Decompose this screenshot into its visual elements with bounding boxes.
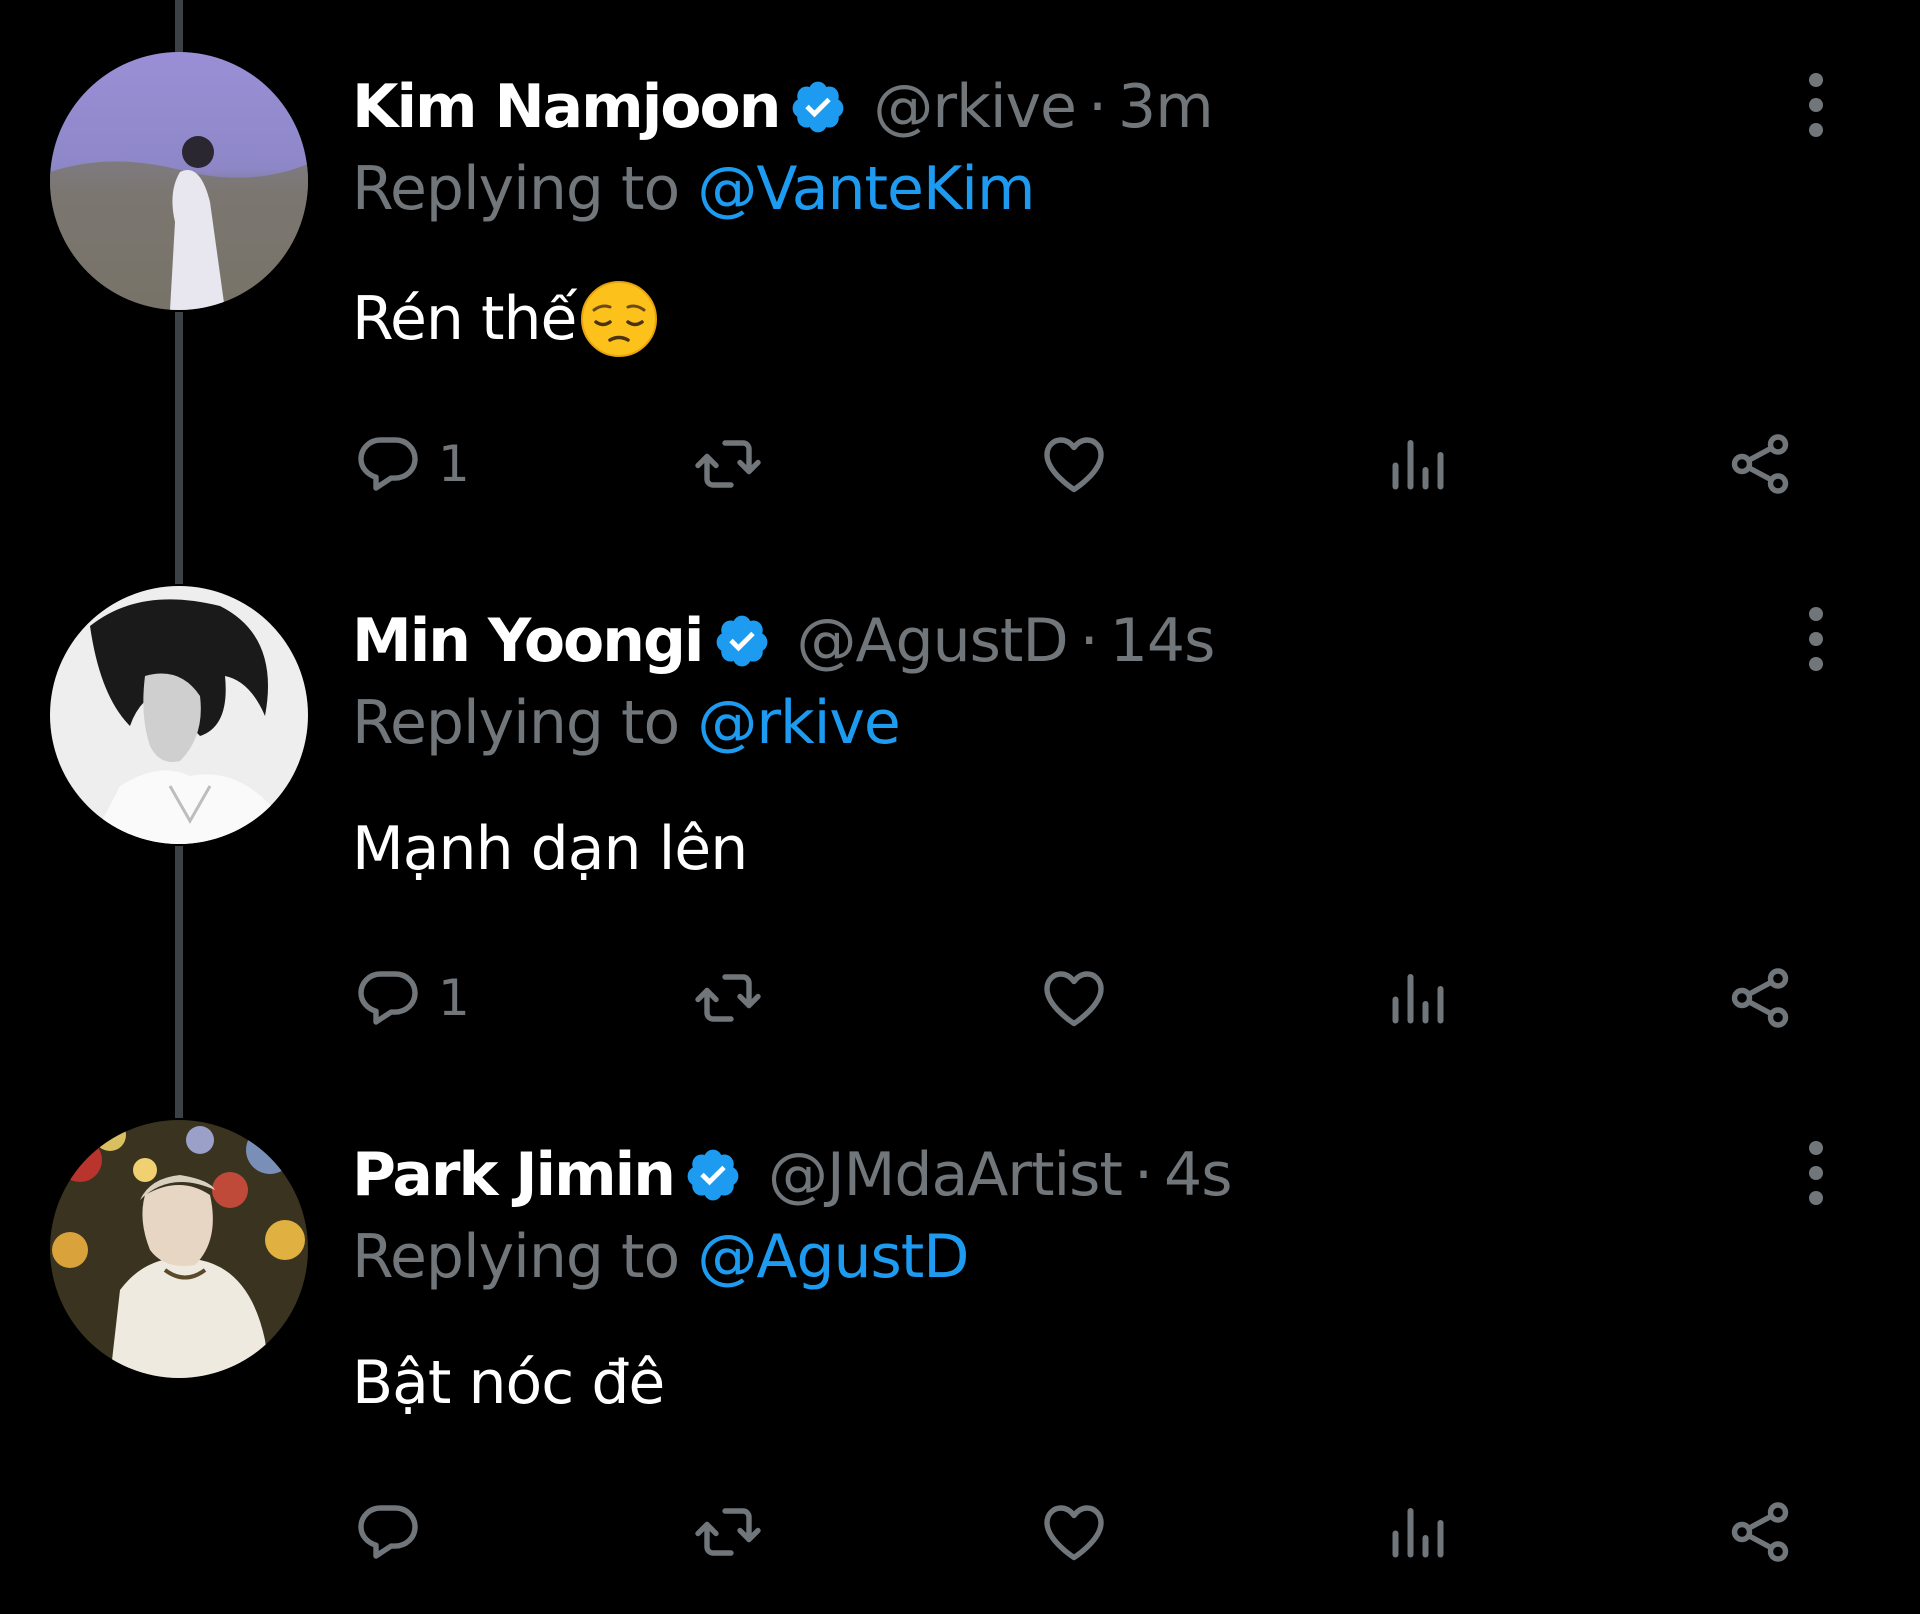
like-button[interactable] [1038,424,1110,504]
share-icon [1724,962,1796,1034]
mention-link[interactable]: @AgustD [697,1222,969,1292]
mention-link[interactable]: @VanteKim [697,154,1035,224]
more-options-icon[interactable] [1796,1138,1836,1208]
views-icon [1382,1496,1454,1568]
like-icon [1038,428,1110,500]
user-handle[interactable]: @AgustD [797,606,1069,676]
tweet-header: Kim Namjoon @rkive · 3m [352,62,1214,152]
verified-badge-icon [713,612,771,670]
like-button[interactable] [1038,958,1110,1038]
timestamp[interactable]: 4s [1164,1140,1232,1210]
replying-prefix: Replying to [352,154,680,224]
views-button[interactable] [1382,1492,1454,1572]
replying-to-line: Replying to @VanteKim [352,154,1035,224]
action-bar [352,1492,1812,1572]
verified-badge-icon [789,78,847,136]
display-name[interactable]: Min Yoongi [352,606,704,676]
tweet-text-content: Mạnh dạn lên [352,814,748,884]
views-button[interactable] [1382,424,1454,504]
share-icon [1724,428,1796,500]
reply-icon [352,962,424,1034]
action-bar: 1 [352,424,1812,504]
retweet-button[interactable] [692,424,764,504]
views-icon [1382,428,1454,500]
display-name[interactable]: Park Jimin [352,1140,676,1210]
more-options-icon[interactable] [1796,604,1836,674]
reply-icon [352,428,424,500]
reply-button[interactable]: 1 [352,958,470,1038]
verified-badge-icon [684,1146,742,1204]
share-icon [1724,1496,1796,1568]
tweet-text: Bật nóc đê [352,1348,665,1418]
retweet-button[interactable] [692,1492,764,1572]
retweet-icon [692,428,764,500]
tweet[interactable]: Kim Namjoon @rkive · 3m Replying to @Van… [0,0,1920,533]
separator-dot: · [1079,606,1099,676]
tweet-text-content: Rén thế [352,284,577,354]
reply-button[interactable] [352,1492,438,1572]
reply-count: 1 [438,969,470,1027]
share-button[interactable] [1724,424,1796,504]
tweet-header: Min Yoongi @AgustD · 14s [352,596,1216,686]
tweet[interactable]: Min Yoongi @AgustD · 14s Replying to @rk… [0,534,1920,1067]
reply-button[interactable]: 1 [352,424,470,504]
retweet-icon [692,962,764,1034]
separator-dot: · [1133,1140,1153,1210]
reply-count: 1 [438,435,470,493]
tweet[interactable]: Park Jimin @JMdaArtist · 4s Replying to … [0,1068,1920,1601]
tweet-text-content: Bật nóc đê [352,1348,665,1418]
tweet-text: Rén thế [352,280,658,358]
action-bar: 1 [352,958,1812,1038]
views-icon [1382,962,1454,1034]
timestamp[interactable]: 14s [1110,606,1216,676]
avatar[interactable] [50,586,308,844]
replying-prefix: Replying to [352,1222,680,1292]
retweet-icon [692,1496,764,1568]
share-button[interactable] [1724,958,1796,1038]
pensive-face-icon [580,280,658,358]
retweet-button[interactable] [692,958,764,1038]
like-icon [1038,1496,1110,1568]
replying-to-line: Replying to @rkive [352,688,901,758]
reply-icon [352,1496,424,1568]
mention-link[interactable]: @rkive [697,688,901,758]
user-handle[interactable]: @rkive [873,72,1077,142]
tweet-text: Mạnh dạn lên [352,814,748,884]
avatar[interactable] [50,52,308,310]
separator-dot: · [1087,72,1107,142]
tweet-header: Park Jimin @JMdaArtist · 4s [352,1130,1232,1220]
avatar[interactable] [50,1120,308,1378]
display-name[interactable]: Kim Namjoon [352,72,781,142]
views-button[interactable] [1382,958,1454,1038]
replying-prefix: Replying to [352,688,680,758]
user-handle[interactable]: @JMdaArtist [768,1140,1123,1210]
more-options-icon[interactable] [1796,70,1836,140]
share-button[interactable] [1724,1492,1796,1572]
timestamp[interactable]: 3m [1118,72,1214,142]
like-icon [1038,962,1110,1034]
replying-to-line: Replying to @AgustD [352,1222,970,1292]
like-button[interactable] [1038,1492,1110,1572]
